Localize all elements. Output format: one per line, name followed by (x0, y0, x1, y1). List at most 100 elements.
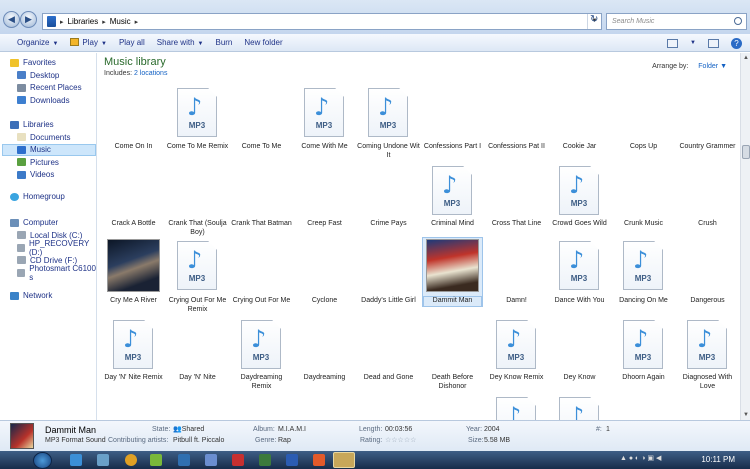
nav-item-0[interactable]: Desktop (17, 69, 59, 81)
file-item[interactable]: Dammit Man (423, 296, 482, 307)
file-item[interactable]: Damn! (485, 297, 548, 306)
preview-pane-icon[interactable] (708, 38, 719, 48)
scroll-down-icon[interactable]: ▼ (741, 410, 750, 420)
file-item[interactable]: Coming Undone Wit It (357, 143, 420, 160)
app-icon[interactable] (150, 454, 162, 466)
file-item[interactable]: Dead and Gone (357, 374, 420, 383)
burn-button[interactable]: Burn (209, 34, 238, 52)
scroll-thumb[interactable] (742, 145, 750, 159)
mp3-file-icon[interactable]: ♪MP3 (496, 320, 536, 369)
mp3-file-icon[interactable]: ♪MP3 (623, 320, 663, 369)
breadcrumb-separator-icon[interactable]: ▸ (135, 18, 139, 26)
file-item[interactable]: Confessions Pat II (485, 143, 548, 152)
file-item[interactable]: Diagnosed With Love (676, 374, 739, 391)
file-item[interactable]: Dancing On Me (612, 297, 675, 306)
app-icon[interactable] (97, 454, 109, 466)
rating-stars[interactable]: ☆☆☆☆☆ (385, 436, 416, 444)
nav-library-3[interactable]: Videos (17, 169, 54, 181)
file-item[interactable]: Crying Out For Me Remix (166, 297, 229, 314)
mp3-file-icon[interactable]: ♪MP3 (496, 397, 536, 420)
nav-library-2[interactable]: Pictures (17, 156, 59, 168)
file-item[interactable]: Crank That (Soulja Boy) (166, 220, 229, 237)
file-item[interactable]: Cyclone (293, 297, 356, 306)
mp3-file-icon[interactable]: ♪MP3 (113, 320, 153, 369)
file-item[interactable]: Cry Me A River (102, 297, 165, 306)
nav-drive-3[interactable]: Photosmart C6100 s (17, 264, 96, 282)
track-value[interactable]: 1 (606, 426, 610, 433)
mp3-file-icon[interactable]: ♪MP3 (559, 166, 599, 215)
change-view-icon[interactable] (667, 38, 679, 48)
file-item[interactable]: Death Before Dishonor (421, 374, 484, 391)
play-all-button[interactable]: Play all (113, 34, 151, 52)
play-button[interactable]: Play ▼ (64, 34, 113, 52)
file-item[interactable]: Daddy's Little Girl (357, 297, 420, 306)
explorer-taskbar-button[interactable] (333, 452, 355, 468)
dreamweaver-icon[interactable] (259, 454, 271, 466)
start-button[interactable] (33, 452, 52, 469)
file-item[interactable]: Crack A Bottle (102, 220, 165, 229)
powerpoint-icon[interactable] (313, 454, 325, 466)
mp3-file-icon[interactable]: ♪MP3 (623, 241, 663, 290)
file-item[interactable]: Come With Me (293, 143, 356, 152)
mp3-file-icon[interactable]: ♪MP3 (368, 88, 408, 137)
ie-icon[interactable] (70, 454, 82, 466)
file-item[interactable]: Dey Know (548, 374, 611, 383)
file-item[interactable]: Dhoorn Again (612, 374, 675, 383)
nav-network[interactable]: Network (10, 291, 52, 300)
nav-item-1[interactable]: Recent Places (17, 82, 82, 94)
breadcrumb-libraries[interactable]: Libraries (68, 17, 99, 26)
help-icon[interactable]: ? (731, 37, 742, 49)
year-value[interactable]: 2004 (484, 426, 500, 433)
file-item[interactable]: Day 'N' Nite (166, 374, 229, 383)
nav-favorites[interactable]: Favorites (10, 58, 56, 67)
album-art-icon[interactable] (107, 239, 160, 292)
file-item[interactable]: Dance With You (548, 297, 611, 306)
organize-button[interactable]: Organize ▼ (11, 34, 64, 52)
mp3-file-icon[interactable]: ♪MP3 (559, 241, 599, 290)
mp3-file-icon[interactable]: ♪MP3 (304, 88, 344, 137)
file-item[interactable]: Come On In (102, 143, 165, 152)
nav-libraries[interactable]: Libraries (10, 120, 54, 129)
address-bar[interactable]: ▸ Libraries ▸ Music ▸ ▼ (42, 13, 602, 30)
contrib-value[interactable]: Pitbull ft. Piccalo (173, 437, 224, 444)
mp3-file-icon[interactable]: ♪MP3 (432, 166, 472, 215)
album-art-icon[interactable] (426, 239, 479, 292)
file-item[interactable]: Come To Me (230, 143, 293, 152)
file-item[interactable]: Crime Pays (357, 220, 420, 229)
back-button[interactable]: ◀ (3, 11, 20, 28)
mp3-file-icon[interactable]: ♪MP3 (559, 397, 599, 420)
file-item[interactable]: Cross That Line (485, 220, 548, 229)
file-item[interactable]: Dey Know Remix (485, 374, 548, 383)
share-with-button[interactable]: Share with ▼ (151, 34, 210, 52)
file-item[interactable]: Cookie Jar (548, 143, 611, 152)
file-item[interactable]: Crank That Batman (230, 220, 293, 229)
arrange-by-dropdown[interactable]: Folder ▼ (698, 63, 727, 70)
new-folder-button[interactable]: New folder (238, 34, 288, 52)
mp3-file-icon[interactable]: ♪MP3 (241, 320, 281, 369)
app-icon[interactable] (205, 454, 217, 466)
file-item[interactable]: Creep Fast (293, 220, 356, 229)
search-input[interactable]: Search Music (606, 13, 747, 30)
file-item[interactable]: Cops Up (612, 143, 675, 152)
file-item[interactable]: Confessions Part I (421, 143, 484, 152)
file-item[interactable]: Crush (676, 220, 739, 229)
nav-homegroup[interactable]: Homegroup (10, 192, 65, 201)
breadcrumb-separator-icon[interactable]: ▸ (102, 18, 106, 26)
mp3-file-icon[interactable]: ♪MP3 (687, 320, 727, 369)
app-icon[interactable] (178, 454, 190, 466)
file-item[interactable]: Come To Me Remix (166, 143, 229, 152)
file-item[interactable]: Crowd Goes Wild (548, 220, 611, 229)
nav-drive-1[interactable]: HP_RECOVERY (D:) (17, 239, 96, 257)
file-item[interactable]: Crunk Music (612, 220, 675, 229)
scroll-up-icon[interactable]: ▲ (741, 53, 750, 63)
mp3-file-icon[interactable]: ♪MP3 (177, 241, 217, 290)
nav-library-0[interactable]: Documents (17, 131, 70, 143)
system-tray[interactable]: ▲ ● ◐ ◑ ▣ ◀ (620, 454, 710, 464)
file-item[interactable]: Crying Out For Me (230, 297, 293, 306)
word-icon[interactable] (286, 454, 298, 466)
nav-computer[interactable]: Computer (10, 218, 58, 227)
vertical-scrollbar[interactable]: ▲ ▼ (740, 53, 750, 420)
breadcrumb-music[interactable]: Music (110, 17, 131, 26)
file-item[interactable]: Criminal Mind (421, 220, 484, 229)
file-item[interactable]: Daydreaming (293, 374, 356, 383)
